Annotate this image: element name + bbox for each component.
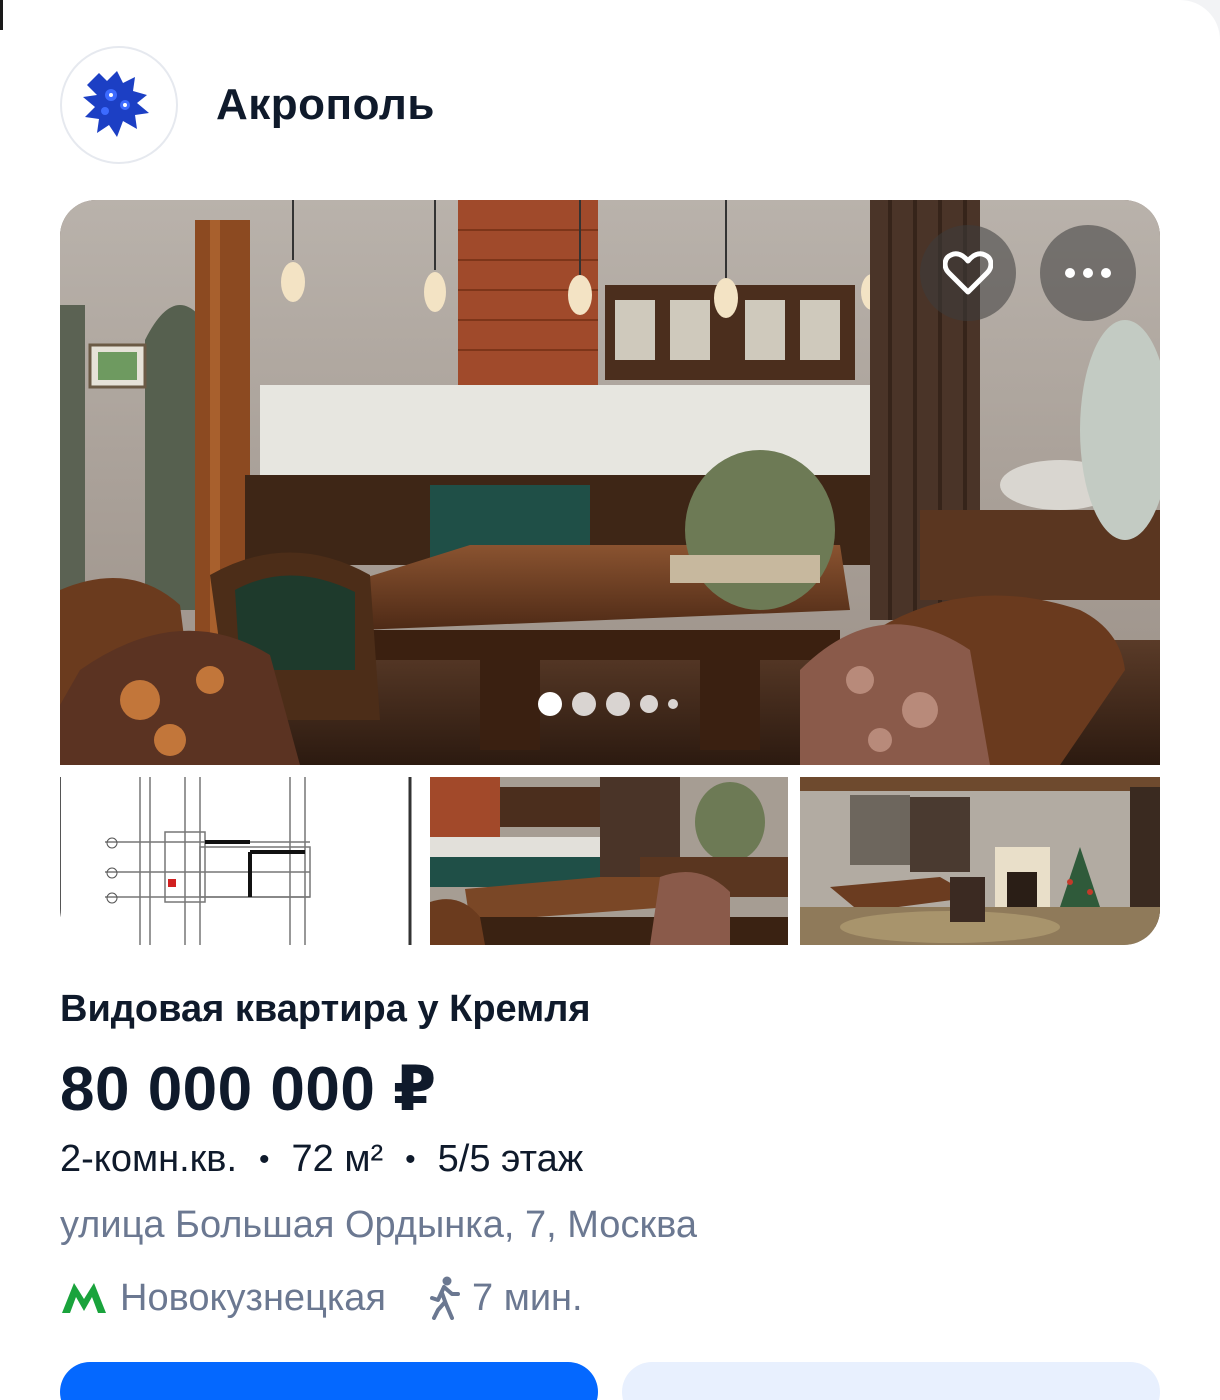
thumbnail-kitchen-dining[interactable] (430, 777, 788, 945)
thumbnail-living-room[interactable] (800, 777, 1160, 945)
floor-value: 5/5 этаж (437, 1138, 584, 1180)
listing-card[interactable]: Акрополь Видовая квартира у Кремля 80 00… (0, 0, 1220, 1400)
pagination-dot[interactable] (668, 699, 678, 709)
edge-fragment (0, 0, 11, 30)
separator: • (259, 1142, 270, 1176)
metro-icon (62, 1283, 106, 1313)
metro-info: Новокузнецкая 7 мин. (60, 1276, 583, 1320)
area-value: 72 м² (291, 1138, 384, 1180)
rooms-value: 2-комн.кв. (60, 1138, 238, 1180)
pagination-dot[interactable] (538, 692, 562, 716)
thumbnail-floor-plan[interactable] (60, 777, 418, 945)
gallery-thumbnails (60, 777, 1160, 945)
agency-header[interactable]: Акрополь (60, 45, 435, 165)
separator: • (405, 1142, 416, 1176)
heart-icon (943, 251, 993, 295)
living-room-image (800, 777, 1160, 945)
gallery-pagination (538, 692, 678, 716)
primary-action-button[interactable] (60, 1362, 598, 1400)
walking-person-icon (430, 1276, 460, 1320)
pagination-dot[interactable] (640, 695, 658, 713)
more-options-button[interactable] (1040, 225, 1136, 321)
kitchen-dining-image (430, 777, 788, 945)
pagination-dot[interactable] (572, 692, 596, 716)
favorite-button[interactable] (920, 225, 1016, 321)
agency-name[interactable]: Акрополь (216, 80, 435, 130)
walk-info: 7 мин. (426, 1276, 583, 1320)
metro-station: Новокузнецкая (120, 1276, 386, 1319)
gzhel-bird-icon (83, 71, 149, 137)
listing-title[interactable]: Видовая квартира у Кремля (60, 988, 591, 1031)
listing-params: 2-комн.кв. • 72 м² • 5/5 этаж (60, 1138, 583, 1181)
secondary-action-button[interactable] (622, 1362, 1160, 1400)
listing-address: улица Большая Ордынка, 7, Москва (60, 1204, 697, 1246)
agency-avatar[interactable] (60, 46, 178, 164)
listing-price: 80 000 000 ₽ (60, 1055, 437, 1124)
more-dots-icon (1065, 268, 1111, 278)
floor-plan-image (60, 777, 418, 945)
pagination-dot[interactable] (606, 692, 630, 716)
walk-time: 7 мин. (472, 1276, 583, 1319)
